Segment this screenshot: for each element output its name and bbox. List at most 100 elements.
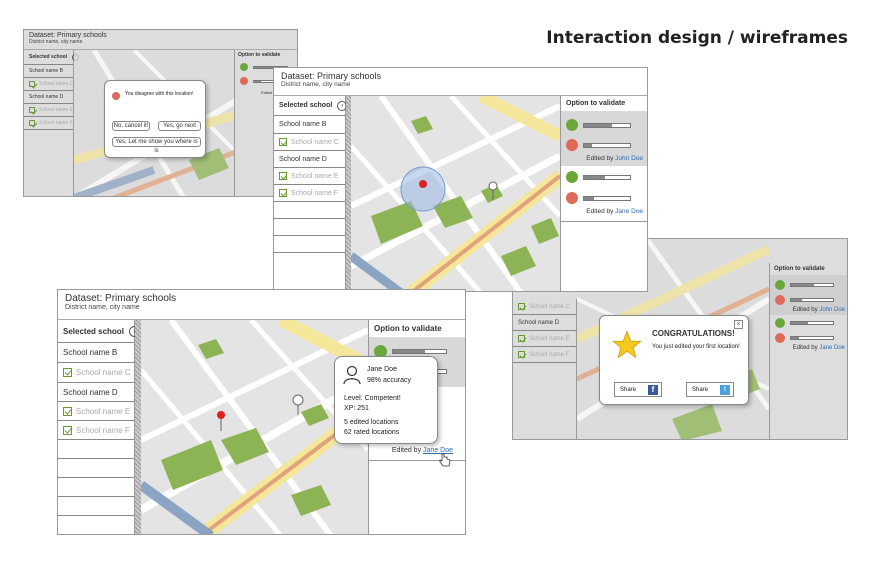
option-row[interactable]	[561, 115, 647, 135]
checkbox-icon[interactable]	[518, 303, 525, 310]
school-label: School name E	[291, 172, 339, 180]
disagree-dialog: You disagree with this location! No, can…	[104, 80, 206, 158]
wireframe-map: Dataset: Primary schools District name, …	[273, 67, 648, 292]
selected-school-label: Selected school	[29, 54, 68, 60]
option-header: Option to validate	[374, 324, 442, 333]
user-avatar-icon	[343, 365, 361, 385]
school-row[interactable]: School name F	[274, 185, 345, 202]
school-row[interactable]: School name C	[58, 363, 134, 383]
option-header: Option to validate	[566, 100, 626, 107]
school-row[interactable]: School name E	[513, 331, 576, 347]
checkbox-icon[interactable]	[63, 425, 72, 435]
checkbox-icon[interactable]	[29, 120, 35, 126]
school-row[interactable]: School name F	[58, 421, 134, 440]
profile-edited-count: 5 edited locations	[344, 419, 399, 426]
option-row[interactable]	[561, 135, 647, 155]
hand-cursor-icon	[439, 453, 451, 467]
thumbs-up-icon[interactable]	[566, 119, 578, 131]
school-row[interactable]: School name E	[24, 104, 73, 117]
dialog-message: You disagree with this location!	[125, 91, 194, 97]
map-graphic	[351, 96, 560, 291]
school-row[interactable]: School name B	[274, 116, 345, 134]
school-row[interactable]: School name F	[24, 117, 73, 130]
checkbox-icon[interactable]	[518, 351, 525, 358]
option-row[interactable]	[770, 315, 847, 330]
option-row[interactable]	[561, 166, 647, 188]
edited-by-label: Edited by	[792, 345, 818, 351]
star-icon	[612, 330, 642, 359]
close-icon[interactable]: ×	[734, 320, 743, 329]
edited-by: Edited by John Doe	[770, 307, 847, 313]
edited-by: Edited by Jane Doe	[770, 345, 847, 351]
thumbs-down-icon[interactable]	[566, 192, 578, 204]
share-label: Share	[620, 387, 637, 393]
share-facebook-button[interactable]: Share f	[614, 382, 662, 397]
edited-by: Edited by Jane Doe	[561, 208, 647, 222]
school-row[interactable]: School name B	[24, 65, 73, 78]
option-row[interactable]	[770, 292, 847, 307]
dataset-title: Dataset: Primary schools	[281, 71, 382, 81]
school-row[interactable]: School name E	[274, 168, 345, 185]
school-row[interactable]: School name C	[24, 78, 73, 91]
checkbox-icon[interactable]	[279, 138, 287, 146]
dataset-title: Dataset: Primary schools	[65, 293, 177, 304]
checkbox-icon[interactable]	[63, 368, 72, 377]
next-button[interactable]: Yes, go next	[158, 121, 201, 131]
school-row[interactable]: School name C	[513, 299, 576, 315]
profile-accuracy: 98% accuracy	[367, 377, 411, 384]
thumbs-down-icon[interactable]	[775, 332, 785, 343]
school-row[interactable]: School name B	[58, 343, 134, 363]
map-view[interactable]	[351, 96, 560, 291]
share-label: Share	[692, 387, 709, 393]
empty-row	[274, 236, 345, 253]
checkbox-icon[interactable]	[29, 81, 35, 87]
thumbs-up-icon[interactable]	[775, 317, 785, 328]
twitter-icon: t	[720, 385, 730, 395]
checkbox-icon[interactable]	[518, 335, 525, 342]
edited-by-label: Edited by	[391, 447, 422, 454]
disapproval-bar	[583, 195, 631, 201]
school-label: School name F	[529, 351, 570, 358]
thumbs-down-icon[interactable]	[240, 77, 248, 85]
selected-school-row[interactable]: Selected school›	[58, 320, 140, 343]
school-row[interactable]: School name D	[58, 383, 134, 402]
school-label: School name C	[39, 81, 74, 87]
congrats-dialog: × CONGRATULATIONS! You just edited your …	[599, 315, 749, 405]
thumbs-up-icon[interactable]	[240, 63, 248, 71]
show-location-button[interactable]: Yes, Let me show you where is is	[112, 137, 201, 154]
edited-by: Edited by John Doe	[561, 155, 647, 162]
thumbs-up-icon[interactable]	[775, 279, 785, 290]
profile-level: Level: Competent!	[344, 395, 401, 402]
editor-link[interactable]: Jane Doe	[615, 208, 643, 215]
thumbs-down-icon[interactable]	[775, 294, 785, 305]
option-row[interactable]	[561, 188, 647, 208]
share-twitter-button[interactable]: Share t	[686, 382, 734, 397]
congrats-title: CONGRATULATIONS!	[652, 329, 735, 338]
checkbox-icon[interactable]	[63, 406, 72, 416]
editor-link[interactable]: John Doe	[615, 155, 643, 162]
thumbs-down-icon[interactable]	[566, 139, 578, 151]
school-row[interactable]: School name C	[274, 134, 345, 151]
school-row[interactable]: School name D	[513, 315, 576, 331]
school-row[interactable]: School name E	[58, 402, 134, 421]
cancel-button[interactable]: No, cancel it!	[112, 121, 150, 131]
school-label: School name E	[39, 107, 73, 113]
selected-school-row[interactable]: Selected school›	[274, 96, 348, 116]
editor-link[interactable]: Jane Doe	[819, 345, 845, 351]
school-label: School name C	[529, 303, 571, 310]
thumbs-up-icon[interactable]	[566, 171, 578, 183]
school-row[interactable]: School name F	[513, 347, 576, 363]
option-row[interactable]	[770, 330, 847, 345]
checkbox-icon[interactable]	[279, 189, 287, 197]
selected-school-row[interactable]: Selected school›	[24, 50, 80, 65]
editor-link[interactable]: John Doe	[819, 307, 845, 313]
checkbox-icon[interactable]	[279, 172, 287, 180]
school-row[interactable]: School name D	[274, 151, 345, 168]
school-row[interactable]: School name D	[24, 91, 73, 104]
empty-row	[58, 440, 134, 459]
option-row[interactable]	[770, 277, 847, 292]
district-name: District name, city name	[29, 39, 83, 45]
district-name: District name, city name	[65, 304, 140, 311]
empty-row	[274, 219, 345, 236]
checkbox-icon[interactable]	[29, 107, 35, 113]
